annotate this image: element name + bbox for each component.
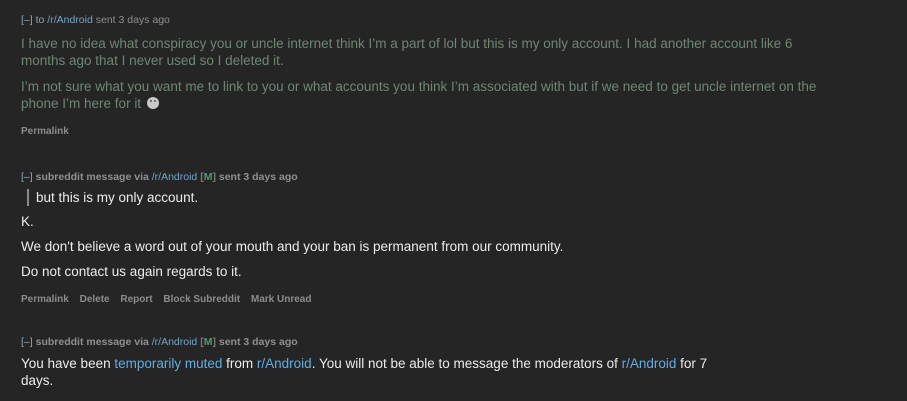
message-paragraph: I have no idea what conspiracy you or un… — [21, 36, 793, 68]
message-3: [–] subreddit message via /r/Android [M]… — [21, 335, 887, 389]
collapse-toggle[interactable]: [–] — [21, 171, 33, 183]
delete-button[interactable]: Delete — [80, 294, 110, 305]
mark-unread-button[interactable]: Mark Unread — [251, 294, 312, 305]
temporarily-muted-link[interactable]: temporarily muted — [114, 356, 222, 371]
report-button[interactable]: Report — [120, 294, 152, 305]
to-label: to — [35, 14, 45, 26]
text-part: . You will not be able to message the mo… — [311, 356, 622, 371]
message-type-label: subreddit message via — [35, 336, 149, 348]
text-part: for 7 — [676, 356, 708, 371]
message-paragraph: Do not contact us again regards to it. — [21, 264, 242, 279]
sent-time: sent 3 days ago — [95, 14, 170, 26]
collapse-toggle[interactable]: [–] — [21, 14, 33, 26]
message-paragraph: K. — [21, 214, 34, 229]
message-2: [–] subreddit message via /r/Android [M]… — [21, 170, 887, 305]
mod-flag-close: ] — [212, 336, 216, 348]
message-paragraph: You have been temporarily muted from r/A… — [21, 355, 801, 389]
quoted-text: but this is my only account. — [27, 189, 887, 206]
message-1: [–] to /r/Android sent 3 days ago I have… — [21, 13, 887, 137]
rofl-emoji-icon — [146, 97, 159, 109]
sent-time: sent 3 days ago — [218, 171, 298, 183]
subreddit-link[interactable]: /r/Android — [152, 171, 198, 183]
message-paragraph: We don't believe a word out of your mout… — [21, 239, 564, 254]
block-subreddit-button[interactable]: Block Subreddit — [163, 294, 240, 305]
message-header: [–] subreddit message via /r/Android [M]… — [21, 170, 887, 184]
message-header: [–] to /r/Android sent 3 days ago — [21, 13, 887, 27]
subreddit-link[interactable]: r/Android — [622, 356, 677, 371]
message-actions: Permalink Delete Report Block Subreddit … — [21, 294, 887, 305]
subreddit-link[interactable]: /r/Android — [47, 14, 93, 26]
subreddit-link[interactable]: /r/Android — [152, 336, 198, 348]
permalink-button[interactable]: Permalink — [21, 294, 69, 305]
sent-time: sent 3 days ago — [218, 336, 298, 348]
text-part: from — [222, 356, 257, 371]
message-header: [–] subreddit message via /r/Android [M]… — [21, 335, 887, 349]
mod-flag-close: ] — [212, 171, 216, 183]
subreddit-link[interactable]: r/Android — [257, 356, 312, 371]
message-paragraph-text: I’m not sure what you want me to link to… — [21, 79, 817, 111]
message-paragraph: I’m not sure what you want me to link to… — [21, 78, 821, 112]
collapse-toggle[interactable]: [–] — [21, 336, 33, 348]
message-actions: Permalink — [21, 126, 887, 137]
message-type-label: subreddit message via — [35, 171, 149, 183]
permalink-button[interactable]: Permalink — [21, 126, 69, 137]
text-part: days. — [21, 373, 54, 388]
text-part: You have been — [21, 356, 115, 371]
